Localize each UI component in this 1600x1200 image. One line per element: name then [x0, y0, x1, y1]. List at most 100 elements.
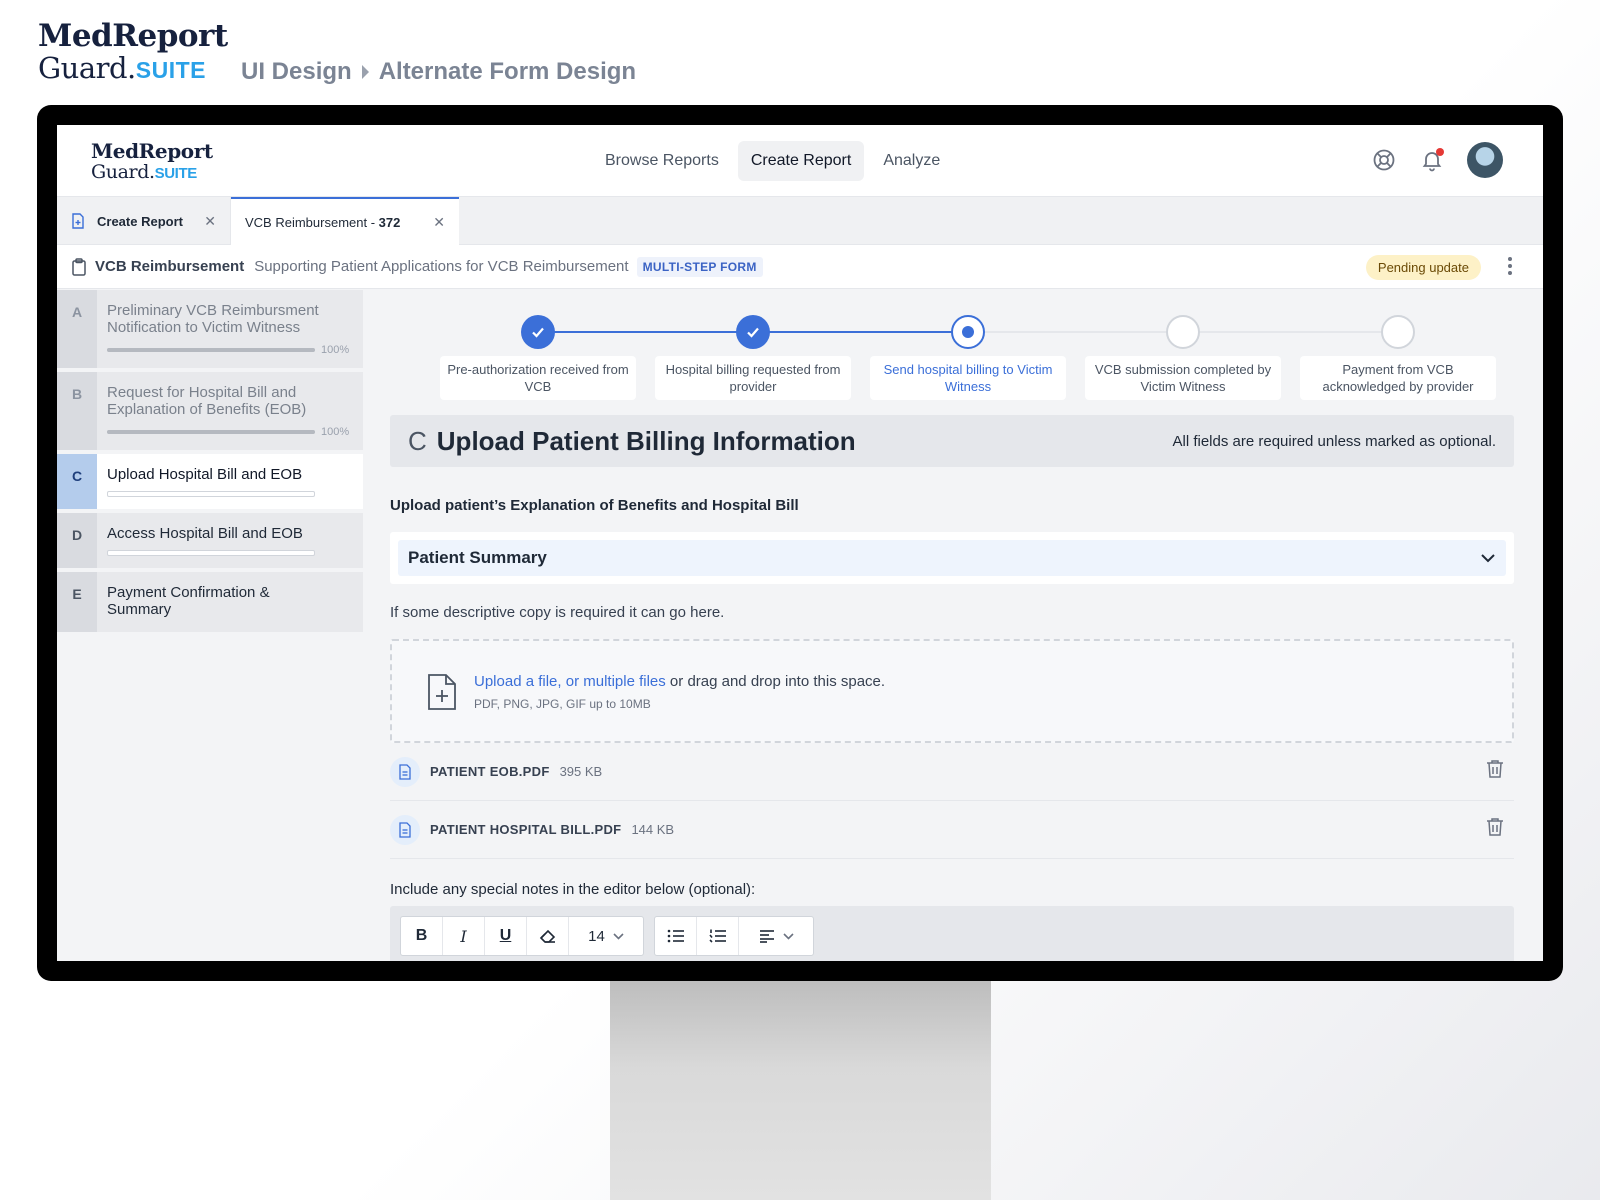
close-icon[interactable]: ✕ [204, 213, 216, 230]
page-brand-logo: MedReport Guard.SUITE [38, 20, 228, 86]
notification-dot [1436, 148, 1444, 156]
numbered-list-icon[interactable] [697, 917, 739, 955]
tab-bar: Create Report ✕ VCB Reimbursement - 372 … [57, 197, 1543, 245]
file-name[interactable]: PATIENT EOB.PDF [430, 764, 550, 779]
step-letter: A [57, 290, 97, 368]
tab-create-report[interactable]: Create Report ✕ [57, 197, 231, 245]
step-label: Preliminary VCB Reimbursment Notificatio… [107, 302, 319, 336]
main-nav: Browse Reports Create Report Analyze [592, 141, 953, 181]
clipboard-icon [72, 257, 86, 276]
file-plus-icon [72, 213, 84, 229]
chevron-down-icon [613, 932, 624, 940]
section-title: Upload Patient Billing Information [436, 425, 856, 456]
step-progress-bar [107, 550, 315, 556]
bullet-list-icon[interactable] [655, 917, 697, 955]
page-breadcrumb: UI Design Alternate Form Design [241, 58, 636, 86]
sidebar-step-a[interactable]: A Preliminary VCB Reimbursment Notificat… [57, 290, 363, 368]
file-row: PATIENT HOSPITAL BILL.PDF 144 KB [390, 801, 1514, 859]
file-size: 395 KB [559, 764, 603, 779]
breadcrumb-chevron-icon [361, 65, 369, 79]
tab-vcb-reimbursement[interactable]: VCB Reimbursement - 372 ✕ [231, 197, 459, 245]
format-group: B I U 14 [400, 916, 644, 956]
stepper-node-3[interactable] [951, 315, 985, 349]
file-add-icon [426, 673, 458, 716]
step-progress-bar [107, 430, 315, 434]
upload-files-link[interactable]: Upload a file, or multiple files [474, 673, 666, 690]
brand-suite: SUITE [135, 57, 207, 83]
stepper-node-5[interactable] [1381, 315, 1415, 349]
tab-label: Create Report [97, 213, 183, 229]
check-icon [747, 327, 759, 338]
trash-icon[interactable] [1486, 759, 1504, 784]
close-icon[interactable]: ✕ [433, 214, 445, 231]
stepper-label-3: Send hospital billing to Victim Witness [870, 356, 1066, 400]
nav-create-report[interactable]: Create Report [737, 141, 865, 181]
app-navbar: MedReport Guard.SUITE Browse Reports Cre… [57, 125, 1543, 197]
step-letter: D [57, 513, 97, 568]
align-left-icon [759, 930, 774, 943]
form-title: VCB Reimbursement [95, 258, 245, 275]
step-letter: C [57, 454, 97, 509]
step-progress-text: 100% [321, 426, 350, 438]
step-sidebar: A Preliminary VCB Reimbursment Notificat… [57, 290, 363, 636]
app-logo-suite: SUITE [154, 165, 198, 182]
eraser-icon[interactable] [527, 917, 569, 955]
step-letter: B [57, 372, 97, 450]
patient-summary-dropdown[interactable]: Patient Summary [390, 532, 1514, 584]
nav-actions [1371, 142, 1503, 178]
sidebar-step-b[interactable]: B Request for Hospital Bill and Explanat… [57, 372, 363, 450]
tab-label: VCB Reimbursement - 372 [245, 214, 401, 230]
check-icon [532, 327, 544, 338]
stepper-label-1: Pre-authorization received from VCB [440, 356, 636, 400]
monitor-stand [610, 980, 991, 1200]
nav-analyze[interactable]: Analyze [870, 141, 953, 181]
monitor-frame: MedReport Guard.SUITE Browse Reports Cre… [37, 105, 1563, 981]
sidebar-step-c[interactable]: C Upload Hospital Bill and EOB [57, 454, 363, 509]
step-label: Payment Confirmation & Summary [107, 584, 270, 618]
step-label: Upload Hospital Bill and EOB [107, 466, 303, 483]
step-progress-text: 100% [321, 344, 350, 356]
bold-button[interactable]: B [401, 917, 443, 955]
app-logo[interactable]: MedReport Guard.SUITE [91, 141, 213, 184]
step-letter: E [57, 572, 97, 632]
avatar[interactable] [1467, 142, 1503, 178]
align-select[interactable] [739, 917, 813, 955]
section-letter: C [408, 425, 427, 456]
file-dropzone[interactable]: Upload a file, or multiple files or drag… [390, 639, 1514, 743]
stepper-node-1[interactable] [521, 315, 555, 349]
nav-browse-reports[interactable]: Browse Reports [592, 141, 732, 181]
bell-icon[interactable] [1419, 147, 1445, 173]
font-size-select[interactable]: 14 [569, 917, 643, 955]
file-row: PATIENT EOB.PDF 395 KB [390, 743, 1514, 801]
rich-text-toolbar: B I U 14 [390, 906, 1514, 961]
step-progress-bar [107, 348, 315, 352]
italic-button[interactable]: I [443, 917, 485, 955]
form-subtitle: Supporting Patient Applications for VCB … [254, 258, 629, 275]
app-logo-line1: MedReport [91, 139, 213, 163]
brand-name-line2: Guard.SUITE [38, 51, 207, 85]
trash-icon[interactable] [1486, 817, 1504, 842]
step-label: Request for Hospital Bill and Explanatio… [107, 384, 307, 418]
dropzone-text: Upload a file, or multiple files or drag… [474, 673, 886, 690]
app-logo-line2: Guard.SUITE [91, 161, 198, 183]
stepper-label-2: Hospital billing requested from provider [655, 356, 851, 400]
stepper-node-4[interactable] [1166, 315, 1200, 349]
step-label: Access Hospital Bill and EOB [107, 525, 303, 542]
document-icon [390, 756, 420, 787]
breadcrumb-item[interactable]: Alternate Form Design [379, 58, 636, 86]
form-header: VCB Reimbursement Supporting Patient App… [57, 245, 1543, 289]
help-lifebuoy-icon[interactable] [1371, 147, 1397, 173]
notes-label: Include any special notes in the editor … [390, 881, 756, 898]
app-screen: MedReport Guard.SUITE Browse Reports Cre… [57, 125, 1543, 961]
list-group [654, 916, 814, 956]
underline-button[interactable]: U [485, 917, 527, 955]
form-main: Pre-authorization received from VCB Hosp… [390, 290, 1514, 961]
stepper-node-2[interactable] [736, 315, 770, 349]
form-type-chip: MULTI-STEP FORM [636, 256, 763, 277]
sidebar-step-e[interactable]: E Payment Confirmation & Summary [57, 572, 363, 632]
more-options-icon[interactable] [1507, 256, 1513, 280]
breadcrumb-item[interactable]: UI Design [241, 58, 352, 86]
file-name[interactable]: PATIENT HOSPITAL BILL.PDF [430, 822, 621, 837]
stepper-label-4: VCB submission completed by Victim Witne… [1085, 356, 1281, 400]
sidebar-step-d[interactable]: D Access Hospital Bill and EOB [57, 513, 363, 568]
